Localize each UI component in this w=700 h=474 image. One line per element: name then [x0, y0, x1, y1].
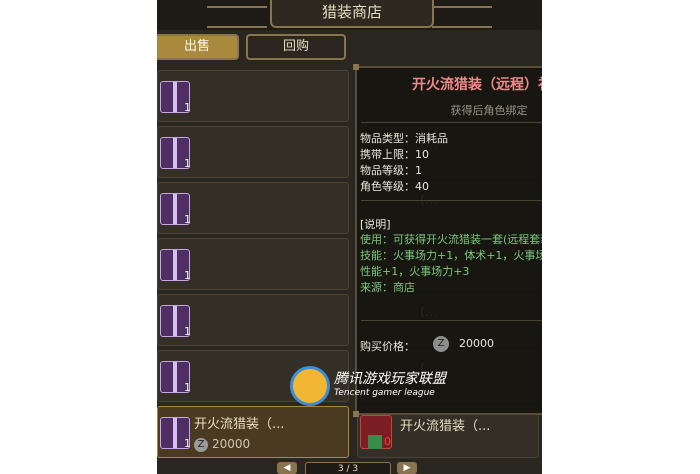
page-indicator: 3 / 3	[305, 462, 391, 474]
title-ornament-left	[207, 6, 267, 28]
title-bar: 猎装商店	[157, 0, 542, 30]
tab-buyback[interactable]: 回购	[246, 34, 346, 60]
item-name: 开火流猎装（...	[194, 417, 285, 432]
price-value: Z 20000	[433, 336, 494, 352]
separator	[361, 320, 542, 321]
item-slot-selected[interactable]: 1 开火流猎装（... Z 20000	[157, 406, 349, 458]
carry-limit: 携带上限：10	[360, 148, 429, 161]
item-slot[interactable]: 1	[157, 126, 349, 178]
pager: ◀ 3 / 3 ▶	[277, 462, 417, 474]
next-page-button[interactable]: ▶	[397, 462, 417, 474]
item-tooltip: 开火流猎装（远程）礼包 获得后角色绑定 物品类型：消耗品 携带上限：10 物品等…	[353, 64, 542, 417]
prev-page-button[interactable]: ◀	[277, 462, 297, 474]
character-level: 角色等级：40	[360, 180, 429, 193]
gift-box-icon: 1	[160, 137, 191, 170]
tab-sell[interactable]: 出售	[157, 34, 239, 60]
price-label: 购买价格：	[360, 340, 415, 353]
title-ornament-right	[432, 6, 492, 28]
item-slot[interactable]: 1	[157, 294, 349, 346]
tooltip-corner	[353, 64, 359, 70]
item-slot[interactable]: 1	[157, 182, 349, 234]
description-text: 使用：可获得开火流猎装一套(远程套装），自带关键技能：火事场力+1，体术+1，火…	[360, 233, 542, 278]
item-name: 开火流猎装（...	[400, 419, 491, 434]
item-slot[interactable]: 1	[157, 238, 349, 290]
gift-box-icon: 1	[160, 193, 191, 226]
separator	[361, 200, 542, 201]
tooltip-title: 开火流猎装（远程）礼包	[412, 77, 542, 93]
item-price: Z 20000	[194, 437, 250, 452]
window-title: 猎装商店	[270, 0, 434, 28]
coin-icon: Z	[194, 437, 208, 452]
item-type: 物品类型：消耗品	[360, 132, 448, 145]
gift-box-icon: 1	[160, 361, 191, 394]
watermark-en: Tencent gamer league	[334, 388, 435, 398]
coin-icon: Z	[433, 336, 449, 352]
gift-box-icon: 1	[160, 305, 191, 338]
green-badge-icon	[368, 435, 382, 449]
tooltip-corner	[353, 411, 359, 417]
item-level: 物品等级：1	[360, 164, 422, 177]
gift-box-icon: 1	[160, 249, 191, 282]
tencent-logo-icon	[290, 366, 330, 406]
bind-note: 获得后角色绑定	[450, 104, 528, 117]
gift-box-icon: 1	[160, 417, 191, 450]
tencent-watermark: 腾讯游戏玩家联盟 Tencent gamer league	[290, 364, 455, 408]
source-text: 来源：商店	[360, 281, 415, 294]
item-price: 0	[384, 435, 391, 448]
item-slot[interactable]: 1	[157, 70, 349, 122]
gift-box-icon: 1	[160, 81, 191, 114]
separator	[361, 122, 542, 123]
watermark-cn: 腾讯游戏玩家联盟	[334, 371, 446, 387]
description-header: [说明]	[360, 218, 391, 231]
